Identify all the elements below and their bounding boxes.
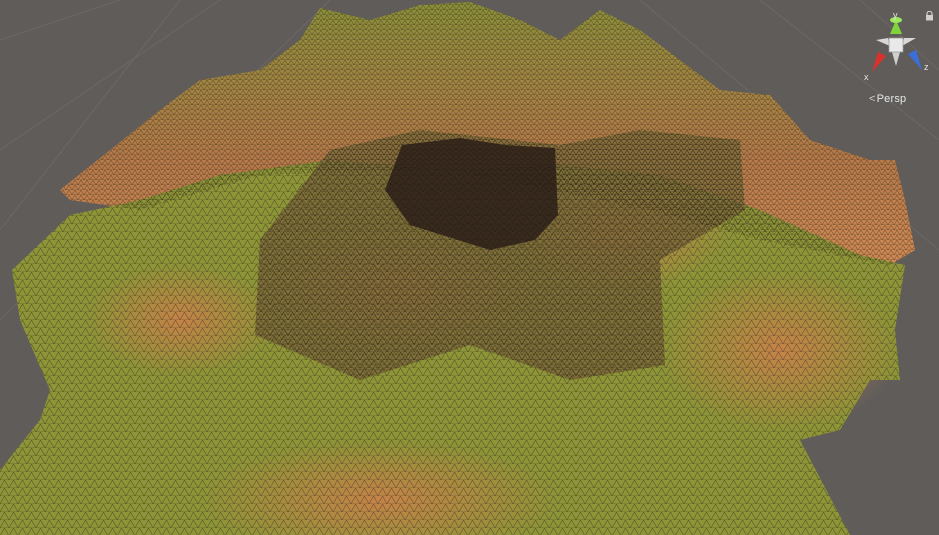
projection-toggle[interactable]: <Persp [869, 93, 906, 105]
scene-viewport[interactable]: y z x <Persp [0, 0, 939, 535]
axis-y-label: y [893, 10, 898, 20]
chevron-left-icon: < [869, 93, 876, 105]
terrain-mesh [0, 0, 939, 535]
lock-icon[interactable] [925, 11, 934, 21]
axis-x-label: x [864, 72, 869, 82]
projection-label: Persp [876, 93, 907, 105]
axis-z-label: z [924, 62, 929, 72]
scene-gizmo-icon[interactable]: y z x [858, 8, 934, 88]
